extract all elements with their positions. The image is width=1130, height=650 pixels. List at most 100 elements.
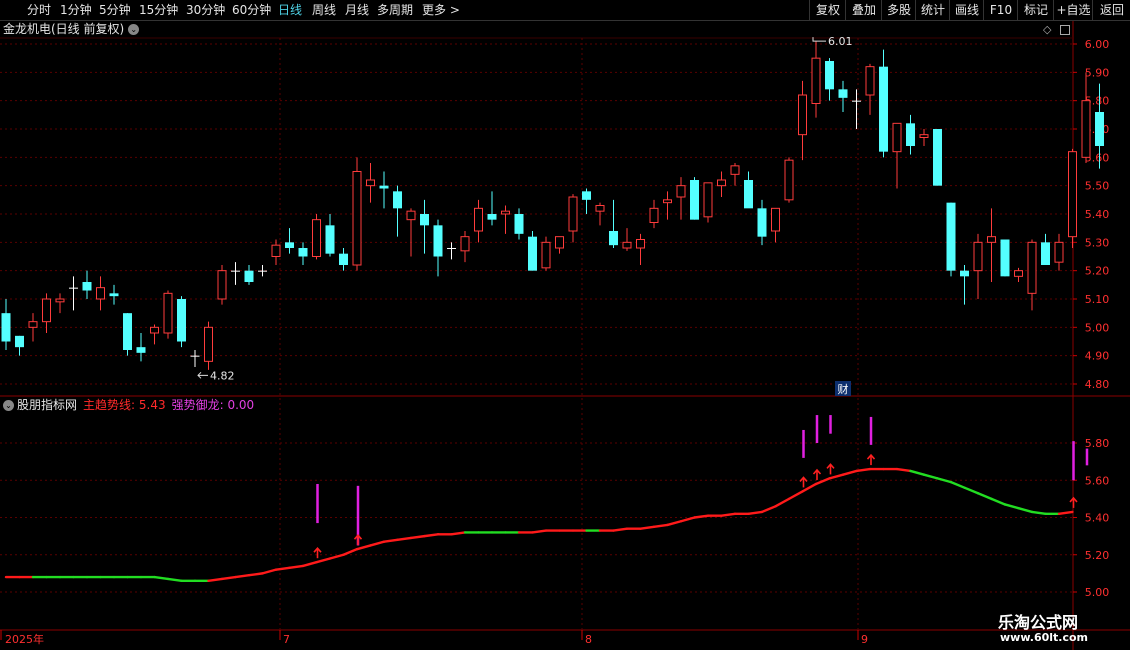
candle-body	[703, 182, 713, 218]
candle-body	[433, 225, 443, 257]
low-label: 4.82	[210, 369, 235, 382]
sub-tick-label: 5.40	[1085, 512, 1110, 525]
date-label: 7	[283, 633, 290, 646]
trend-line-segment	[355, 544, 372, 551]
trend-line-segment	[1030, 510, 1047, 515]
candle-body	[879, 66, 888, 152]
main-tick-label: 5.30	[1085, 236, 1110, 249]
candle-body	[136, 347, 146, 353]
candle-body	[271, 244, 281, 258]
trend-line-segment	[787, 490, 804, 501]
candle-body	[514, 214, 524, 234]
trend-line-segment	[639, 525, 656, 530]
main-trend-value: 主趋势线: 5.43	[83, 398, 166, 412]
candle-body	[1068, 151, 1077, 238]
candle-body	[190, 355, 200, 357]
candle-body	[528, 236, 537, 271]
candle-body	[1095, 112, 1104, 146]
trend-line-segment	[679, 516, 696, 523]
candle-body	[595, 205, 605, 212]
candle-body	[784, 159, 794, 201]
candle-body	[636, 239, 645, 249]
trend-line-segment	[909, 469, 926, 476]
candle-body	[892, 122, 902, 153]
trend-line-segment	[409, 534, 426, 540]
candle-body	[406, 210, 416, 221]
trend-line-segment	[423, 533, 440, 538]
candle-body	[1027, 241, 1037, 294]
candle-body	[474, 207, 483, 232]
trend-line-segment	[531, 529, 548, 534]
candle-body	[541, 241, 551, 269]
trend-line-segment	[450, 531, 467, 536]
candle-body	[312, 219, 321, 258]
trend-line-segment	[963, 486, 980, 495]
candle-body	[177, 299, 186, 342]
candle-body	[366, 179, 375, 187]
candle-body	[690, 180, 699, 220]
main-tick-label: 5.90	[1085, 66, 1110, 79]
candle-body	[771, 207, 780, 232]
trend-line-segment	[396, 536, 413, 542]
sub-tick-label: 5.00	[1085, 586, 1110, 599]
trend-line-segment	[801, 482, 818, 493]
date-label: 9	[861, 633, 868, 646]
trend-line-segment	[328, 553, 345, 560]
candle-body	[663, 199, 672, 204]
trend-line-segment	[382, 538, 399, 543]
candle-body	[865, 66, 875, 96]
trend-line-segment	[261, 568, 278, 575]
candle-body	[838, 89, 848, 98]
candle-body	[244, 270, 254, 282]
trend-line-segment	[1017, 506, 1034, 514]
trend-line-segment	[855, 467, 872, 473]
candle-body	[609, 231, 618, 246]
chevron-down-icon[interactable]: ⌄	[3, 400, 14, 411]
candle-body	[487, 214, 497, 220]
main-tick-label: 4.80	[1085, 378, 1110, 391]
candle-body	[852, 100, 861, 102]
trend-line-segment	[652, 523, 669, 529]
high-label: 6.01	[828, 35, 853, 48]
indicator-name: 股朋指标网	[17, 398, 78, 412]
trend-line-segment	[274, 566, 291, 571]
trend-line-segment	[315, 557, 332, 564]
candle-body	[960, 270, 969, 277]
main-tick-label: 5.10	[1085, 293, 1110, 306]
candle-body	[1041, 242, 1050, 265]
candle-body	[231, 270, 240, 272]
candle-body	[1, 313, 11, 342]
candle-body	[568, 196, 578, 232]
candle-body	[150, 326, 159, 334]
trend-line-segment	[166, 577, 183, 583]
main-tick-label: 5.20	[1085, 265, 1110, 278]
candle-body	[163, 292, 173, 334]
trend-line-segment	[828, 473, 845, 480]
watermark-url: www.60lt.com	[1000, 631, 1089, 644]
candle-body	[798, 94, 807, 136]
main-tick-label: 5.50	[1085, 180, 1110, 193]
trend-line-segment	[288, 564, 305, 569]
trend-line-segment	[936, 477, 953, 484]
candle-body	[1014, 270, 1023, 277]
candle-body	[825, 61, 834, 90]
candle-body	[987, 236, 996, 243]
trend-line-segment	[976, 492, 993, 501]
indicator-title: ⌄ 股朋指标网 主趋势线: 5.43 强势御龙: 0.00	[3, 397, 254, 413]
main-tick-label: 4.90	[1085, 350, 1110, 363]
candle-body	[676, 185, 686, 198]
trend-line-segment	[720, 512, 737, 517]
date-label: 8	[585, 633, 592, 646]
candle-body	[109, 293, 119, 297]
trend-line-segment	[666, 520, 683, 527]
candle-body	[717, 179, 726, 187]
trend-line-segment	[814, 477, 831, 486]
candle-body	[906, 123, 915, 146]
trend-line-segment	[1003, 503, 1020, 510]
candle-body	[123, 313, 132, 350]
sub-tick-label: 5.60	[1085, 474, 1110, 487]
sub-tick-label: 5.20	[1085, 549, 1110, 562]
candle-body	[339, 253, 348, 265]
trend-line-segment	[774, 497, 791, 508]
candle-body	[744, 180, 753, 209]
